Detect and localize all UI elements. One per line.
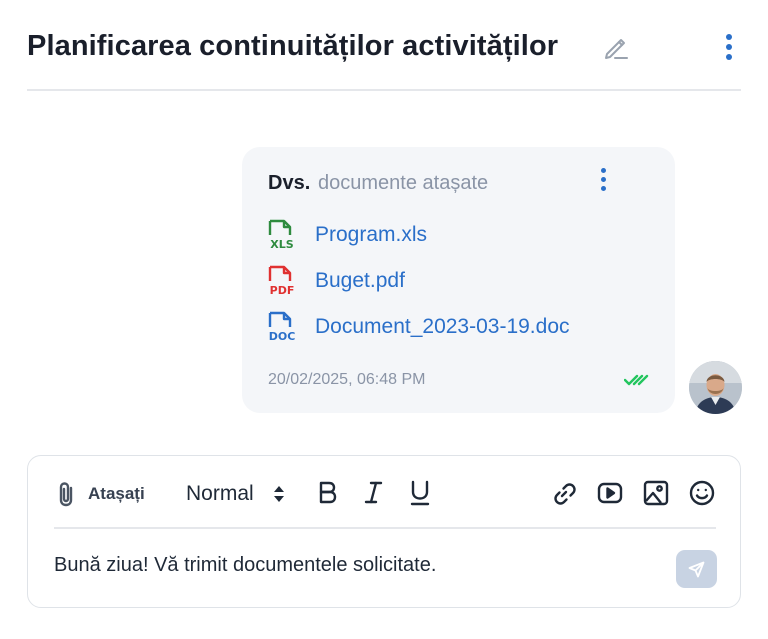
text-format-value: Normal: [186, 482, 254, 505]
send-button[interactable]: [676, 550, 717, 588]
message-timestamp: 20/02/2025, 06:48 PM: [268, 371, 426, 388]
paperclip-icon: [59, 482, 73, 507]
attach-label: Atașați: [88, 484, 145, 503]
more-options-icon[interactable]: [717, 34, 741, 64]
message-action: documente atașate: [318, 172, 489, 194]
header-divider: [27, 89, 741, 91]
svg-text:XLS: XLS: [270, 238, 293, 251]
italic-icon: [364, 481, 383, 504]
message-options-icon[interactable]: [597, 168, 609, 196]
attachment-item[interactable]: XLS Program.xls: [266, 219, 626, 253]
select-arrows-icon: [274, 486, 284, 502]
page-title: Planificarea continuităților activitățil…: [27, 30, 559, 62]
video-icon: [597, 482, 623, 504]
attachment-name[interactable]: Buget.pdf: [315, 269, 405, 293]
message-bubble: Dvs. documente atașate XLS Program.xls P…: [242, 147, 675, 413]
text-format-select[interactable]: Normal: [186, 480, 290, 508]
send-icon: [688, 561, 705, 578]
attachment-name[interactable]: Program.xls: [315, 223, 427, 247]
image-icon: [643, 480, 669, 506]
insert-link-button[interactable]: [550, 478, 578, 508]
svg-text:DOC: DOC: [269, 330, 296, 343]
bold-icon: [319, 481, 337, 504]
attachment-item[interactable]: DOC Document_2023-03-19.doc: [266, 311, 626, 345]
message-sender: Dvs.: [268, 172, 311, 194]
doc-file-icon: DOC: [269, 311, 296, 343]
svg-text:PDF: PDF: [270, 284, 295, 297]
double-check-icon: [624, 374, 649, 386]
message-input[interactable]: Bună ziua! Vă trimit documentele solicit…: [54, 554, 436, 577]
message-composer: Atașați Normal Bună ziua! Vă trimit docu…: [27, 455, 741, 608]
composer-divider: [54, 527, 716, 529]
bold-button[interactable]: [314, 478, 342, 508]
underline-icon: [410, 480, 430, 506]
insert-image-button[interactable]: [642, 478, 670, 508]
attachment-name[interactable]: Document_2023-03-19.doc: [315, 315, 570, 339]
attachment-item[interactable]: PDF Buget.pdf: [266, 265, 626, 299]
chat-header: Planificarea continuităților activitățil…: [27, 28, 741, 68]
composer-toolbar: Atașați Normal: [28, 456, 740, 528]
pdf-file-icon: PDF: [268, 265, 295, 297]
insert-video-button[interactable]: [596, 478, 624, 508]
avatar[interactable]: [689, 361, 742, 414]
xls-file-icon: XLS: [268, 219, 294, 251]
link-icon: [554, 483, 576, 505]
italic-button[interactable]: [360, 478, 388, 508]
edit-title-icon[interactable]: [602, 34, 630, 62]
emoji-icon: [689, 480, 715, 506]
underline-button[interactable]: [406, 478, 434, 508]
emoji-button[interactable]: [688, 478, 716, 508]
